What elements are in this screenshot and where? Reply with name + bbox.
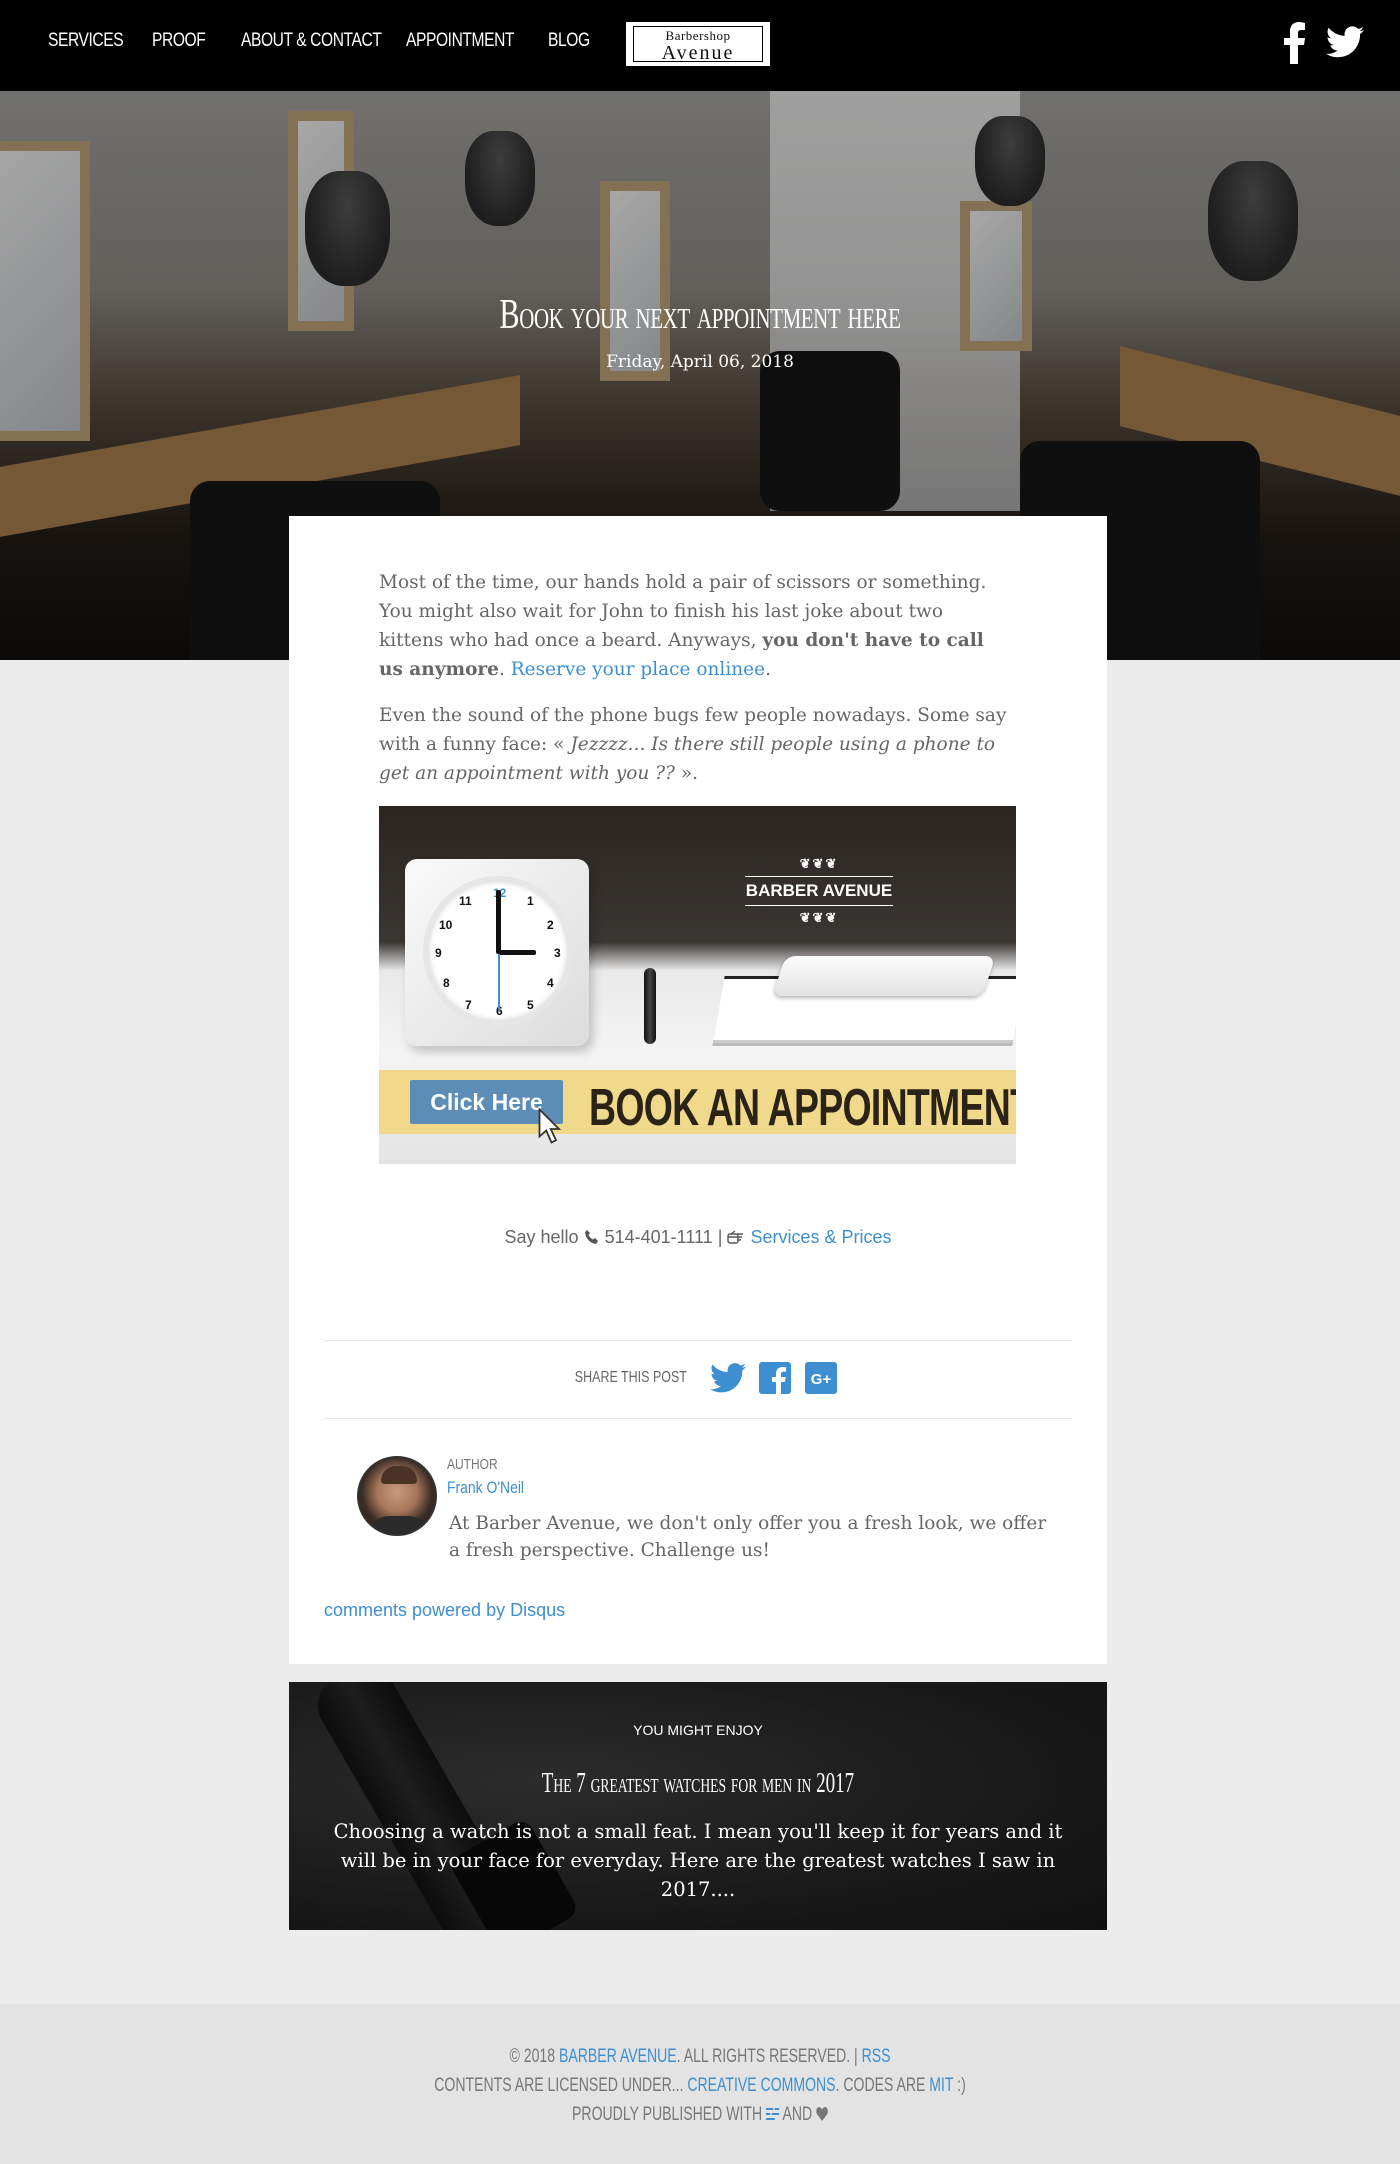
reserve-online-link[interactable]: Reserve your place onlinee	[511, 659, 765, 680]
paragraph-text: .	[765, 659, 771, 680]
book-appointment-headline: BOOK AN APPOINTMENT	[589, 1079, 1016, 1137]
disqus-link[interactable]: comments powered by Disqus	[324, 1600, 565, 1621]
nav-blog[interactable]: Blog	[548, 30, 590, 52]
book-appointment-banner[interactable]: 12 1 2 3 4 5 6 7 8 9 10 11 ❦❦❦ BARBER AV…	[379, 806, 1016, 1164]
share-bar: Share this post G+	[289, 1362, 1107, 1394]
ghost-icon[interactable]	[766, 2107, 780, 2121]
divider	[324, 1418, 1072, 1419]
clock-face: 12 1 2 3 4 5 6 7 8 9 10 11	[423, 876, 573, 1026]
hand-pointer-icon	[727, 1230, 744, 1244]
footer-license-line: Contents are licensed under... Creative …	[182, 2075, 1218, 2097]
author-label: AUTHOR	[447, 1456, 498, 1473]
paragraph-text: .	[498, 659, 505, 680]
logo-bottom-text: Avenue	[661, 42, 735, 64]
nav-services[interactable]: Services	[48, 30, 124, 52]
post-date: Friday, April 06, 2018	[606, 352, 794, 372]
facebook-icon[interactable]	[1284, 22, 1306, 64]
smiley-text: :)	[957, 2075, 966, 2096]
footer-published-line: Proudly published with and	[182, 2104, 1218, 2126]
and-text: and	[782, 2104, 813, 2125]
top-navigation: Services Proof About & Contact Appointme…	[0, 0, 1400, 91]
banner-brand: ❦❦❦ BARBER AVENUE ❦❦❦	[745, 856, 893, 926]
related-post-card[interactable]: YOU MIGHT ENJOY The 7 greatest watches f…	[289, 1682, 1107, 1930]
rss-link[interactable]: RSS	[862, 2046, 891, 2067]
banner-brand-text: BARBER AVENUE	[745, 881, 893, 900]
tablet-image	[772, 956, 996, 996]
heart-icon	[816, 2107, 828, 2121]
site-footer: © 2018 Barber Avenue. All rights reserve…	[0, 2004, 1400, 2164]
paragraph-text: ».	[674, 763, 699, 784]
copyright-text: © 2018	[509, 2046, 556, 2067]
rights-text: . All rights reserved. |	[676, 2046, 858, 2067]
related-label: YOU MIGHT ENJOY	[633, 1722, 763, 1738]
clock-second-hand	[498, 954, 500, 1012]
say-hello-text: Say hello	[504, 1227, 579, 1247]
svg-text:G+: G+	[810, 1371, 831, 1388]
divider	[324, 1340, 1072, 1341]
author-avatar[interactable]	[357, 1456, 437, 1536]
logo-top-text: Barbershop	[665, 28, 731, 43]
nav-about-contact[interactable]: About & Contact	[241, 30, 382, 52]
share-label: Share this post	[575, 1369, 688, 1386]
separator: |	[717, 1227, 723, 1247]
creative-commons-link[interactable]: Creative Commons	[687, 2075, 835, 2096]
footer-copyright-line: © 2018 Barber Avenue. All rights reserve…	[182, 2046, 1218, 2068]
footer-brand-link[interactable]: Barber Avenue	[559, 2046, 677, 2067]
twitter-icon[interactable]	[1326, 26, 1364, 58]
phone-number[interactable]: 514-401-1111	[605, 1227, 713, 1247]
article-paragraph-1: Most of the time, our hands hold a pair …	[379, 568, 1009, 684]
site-logo[interactable]: Barbershop Avenue	[626, 22, 770, 66]
codes-text: . Codes are	[835, 2075, 926, 2096]
article-paragraph-2: Even the sound of the phone bugs few peo…	[379, 701, 1009, 788]
clock-minute-hand	[496, 890, 501, 954]
services-prices-link[interactable]: Services & Prices	[750, 1227, 891, 1247]
license-text: Contents are licensed under...	[434, 2075, 684, 2096]
pen-image	[644, 968, 656, 1044]
mouse-cursor-icon	[538, 1108, 562, 1144]
phone-icon	[584, 1230, 598, 1244]
mit-link[interactable]: MIT	[929, 2075, 953, 2096]
contact-line: Say hello 514-401-1111 | Services & Pric…	[289, 1227, 1107, 1248]
published-text: Proudly published with	[572, 2104, 763, 2125]
google-plus-icon[interactable]: G+	[804, 1362, 837, 1394]
facebook-icon[interactable]	[759, 1362, 792, 1394]
article-card: Most of the time, our hands hold a pair …	[289, 516, 1107, 1664]
clock-hour-hand	[498, 950, 536, 955]
twitter-icon[interactable]	[710, 1363, 747, 1393]
ornament-icon: ❦❦❦	[799, 910, 839, 925]
related-title[interactable]: The 7 greatest watches for men in 2017	[420, 1768, 976, 1800]
nav-proof[interactable]: Proof	[152, 30, 206, 52]
nav-appointment[interactable]: Appointment	[406, 30, 514, 52]
author-bio: At Barber Avenue, we don't only offer yo…	[449, 1513, 1047, 1561]
author-name-link[interactable]: Frank O'Neil	[447, 1478, 524, 1498]
related-excerpt: Choosing a watch is not a small feat. I …	[333, 1820, 1063, 1901]
ornament-icon: ❦❦❦	[799, 856, 839, 871]
page-title: Book your next appointment here	[499, 292, 901, 338]
